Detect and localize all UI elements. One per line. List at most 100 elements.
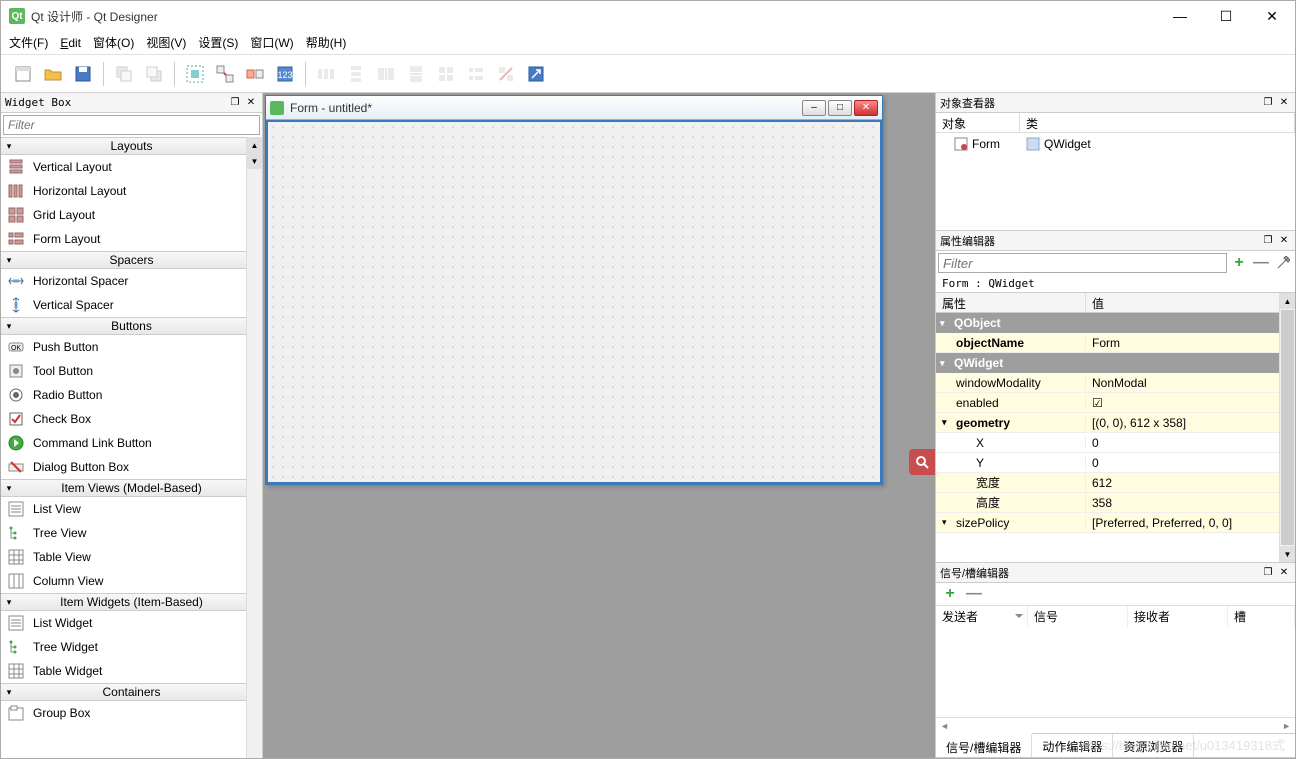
property-group[interactable]: ▾QWidget (936, 353, 1279, 373)
widget-item[interactable]: List View (1, 497, 246, 521)
category-header[interactable]: ▾Buttons (1, 317, 246, 335)
close-button[interactable]: ✕ (1249, 1, 1295, 31)
widget-item[interactable]: Column View (1, 569, 246, 593)
tab-signal-slot[interactable]: 信号/槽编辑器 (936, 733, 1032, 757)
property-value[interactable]: 0 (1086, 456, 1279, 470)
menu-settings[interactable]: 设置(S) (198, 34, 238, 51)
edit-widgets-icon[interactable] (181, 60, 209, 88)
property-value[interactable]: 358 (1086, 496, 1279, 510)
add-property-icon[interactable]: + (1229, 253, 1249, 273)
scroll-down-icon[interactable]: ▼ (247, 153, 262, 169)
menu-help[interactable]: 帮助(H) (306, 34, 347, 51)
tab-resource-browser[interactable]: 资源浏览器 (1113, 734, 1194, 757)
category-header[interactable]: ▾Item Widgets (Item-Based) (1, 593, 246, 611)
layout-form-icon[interactable] (462, 60, 490, 88)
scroll-down-icon[interactable]: ▼ (1280, 546, 1295, 562)
search-fab-icon[interactable] (909, 449, 935, 475)
dock-close-icon[interactable]: ✕ (1277, 96, 1291, 110)
layout-hsplit-icon[interactable] (372, 60, 400, 88)
widget-item[interactable]: Command Link Button (1, 431, 246, 455)
layout-vertical-icon[interactable] (342, 60, 370, 88)
object-tree[interactable]: 对象 类 Form QWidget (936, 113, 1295, 230)
property-value[interactable]: Form (1086, 336, 1279, 350)
col-signal[interactable]: 信号 (1028, 606, 1128, 628)
col-sender[interactable]: 发送者 (936, 606, 1028, 628)
category-header[interactable]: ▾Item Views (Model-Based) (1, 479, 246, 497)
property-row[interactable]: 宽度612 (936, 473, 1279, 493)
property-row[interactable]: ▾geometry[(0, 0), 612 x 358] (936, 413, 1279, 433)
scroll-left-icon[interactable]: ◄ (940, 721, 949, 731)
widget-item[interactable]: Form Layout (1, 227, 246, 251)
save-icon[interactable] (69, 60, 97, 88)
category-header[interactable]: ▾Layouts (1, 137, 246, 155)
widget-item[interactable]: List Widget (1, 611, 246, 635)
property-value[interactable]: ☑ (1086, 396, 1279, 410)
dock-float-icon[interactable]: ❐ (1261, 234, 1275, 248)
design-area[interactable]: Form - untitled* – □ ✕ (263, 93, 935, 758)
expand-icon[interactable]: ▾ (942, 517, 947, 528)
widget-item[interactable]: Vertical Spacer (1, 293, 246, 317)
form-minimize-icon[interactable]: – (802, 100, 826, 116)
layout-horizontal-icon[interactable] (312, 60, 340, 88)
widget-item[interactable]: Dialog Button Box (1, 455, 246, 479)
property-row[interactable]: ▾sizePolicy[Preferred, Preferred, 0, 0] (936, 513, 1279, 533)
send-back-icon[interactable] (110, 60, 138, 88)
property-value[interactable]: [Preferred, Preferred, 0, 0] (1086, 516, 1279, 530)
edit-buddies-icon[interactable] (241, 60, 269, 88)
widget-item[interactable]: Check Box (1, 407, 246, 431)
layout-vsplit-icon[interactable] (402, 60, 430, 88)
widget-item[interactable]: Tool Button (1, 359, 246, 383)
dock-close-icon[interactable]: ✕ (1277, 234, 1291, 248)
minimize-button[interactable]: — (1157, 1, 1203, 31)
add-signal-icon[interactable]: + (940, 584, 960, 604)
widget-item[interactable]: Horizontal Layout (1, 179, 246, 203)
remove-property-icon[interactable]: — (1251, 253, 1271, 273)
category-header[interactable]: ▾Spacers (1, 251, 246, 269)
tab-action-editor[interactable]: 动作编辑器 (1032, 734, 1113, 757)
widget-list[interactable]: ▾LayoutsVertical LayoutHorizontal Layout… (1, 137, 246, 758)
property-value[interactable]: [(0, 0), 612 x 358] (1086, 416, 1279, 430)
scrollbar[interactable]: ▲ ▼ (1279, 293, 1295, 562)
property-row[interactable]: enabled☑ (936, 393, 1279, 413)
property-value[interactable]: 612 (1086, 476, 1279, 490)
widget-item[interactable]: Grid Layout (1, 203, 246, 227)
edit-signals-icon[interactable] (211, 60, 239, 88)
property-filter-input[interactable] (938, 253, 1227, 273)
form-window[interactable]: Form - untitled* – □ ✕ (265, 95, 883, 485)
property-value[interactable]: NonModal (1086, 376, 1279, 390)
dock-close-icon[interactable]: ✕ (244, 96, 258, 110)
form-canvas[interactable] (266, 120, 882, 484)
menu-edit[interactable]: Edit (60, 36, 81, 50)
scroll-right-icon[interactable]: ► (1282, 721, 1291, 731)
menu-window[interactable]: 窗口(W) (250, 34, 293, 51)
property-table[interactable]: ▾QObjectobjectNameForm▾QWidgetwindowModa… (936, 313, 1279, 562)
signal-table[interactable]: 发送者 信号 接收者 槽 (936, 605, 1295, 717)
property-group[interactable]: ▾QObject (936, 313, 1279, 333)
widget-item[interactable]: OKPush Button (1, 335, 246, 359)
layout-grid-icon[interactable] (432, 60, 460, 88)
expand-icon[interactable]: ▾ (942, 417, 947, 428)
configure-icon[interactable] (1273, 253, 1293, 273)
widget-item[interactable]: Table View (1, 545, 246, 569)
menu-file[interactable]: 文件(F) (9, 34, 48, 51)
col-class[interactable]: 类 (1020, 113, 1295, 132)
menu-view[interactable]: 视图(V) (146, 34, 186, 51)
adjust-size-icon[interactable] (522, 60, 550, 88)
maximize-button[interactable]: ☐ (1203, 1, 1249, 31)
object-row[interactable]: Form QWidget (936, 133, 1295, 155)
widget-item[interactable]: Horizontal Spacer (1, 269, 246, 293)
widget-item[interactable]: Group Box (1, 701, 246, 725)
col-receiver[interactable]: 接收者 (1128, 606, 1228, 628)
property-row[interactable]: objectNameForm (936, 333, 1279, 353)
col-property[interactable]: 属性 (936, 293, 1086, 312)
property-row[interactable]: 高度358 (936, 493, 1279, 513)
form-maximize-icon[interactable]: □ (828, 100, 852, 116)
widget-item[interactable]: Tree Widget (1, 635, 246, 659)
property-row[interactable]: Y0 (936, 453, 1279, 473)
scroll-up-icon[interactable]: ▲ (247, 137, 262, 153)
dock-float-icon[interactable]: ❐ (1261, 566, 1275, 580)
form-titlebar[interactable]: Form - untitled* – □ ✕ (266, 96, 882, 120)
dock-float-icon[interactable]: ❐ (1261, 96, 1275, 110)
bring-front-icon[interactable] (140, 60, 168, 88)
category-header[interactable]: ▾Containers (1, 683, 246, 701)
